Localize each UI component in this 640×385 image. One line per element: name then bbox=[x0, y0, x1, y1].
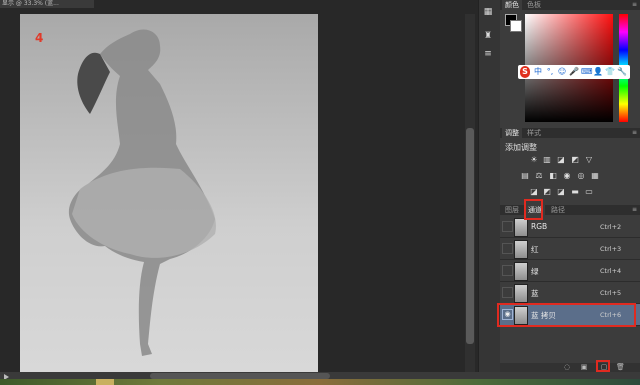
highlight-new-channel-button bbox=[596, 360, 610, 372]
panel-menu-icon[interactable]: ≡ bbox=[632, 1, 637, 8]
ime-tools-icon[interactable]: 🔧 bbox=[617, 66, 627, 78]
black-white-icon[interactable]: ◧ bbox=[548, 172, 558, 180]
gradient-map-icon[interactable]: ▬ bbox=[570, 188, 580, 196]
canvas-photo[interactable] bbox=[20, 14, 318, 372]
adjustments-title: 添加调整 bbox=[505, 143, 537, 152]
load-selection-icon[interactable]: ◌ bbox=[563, 364, 571, 371]
sogou-logo-icon[interactable]: S bbox=[520, 66, 530, 78]
channel-mixer-icon[interactable]: ◎ bbox=[576, 172, 586, 180]
clone-stamp-icon[interactable]: ♜ bbox=[482, 30, 494, 42]
tab-styles[interactable]: 样式 bbox=[524, 128, 544, 138]
channel-shortcut: Ctrl+4 bbox=[600, 267, 622, 275]
highlight-blue-copy-row bbox=[497, 303, 636, 327]
ime-chinese-mode[interactable]: 中 bbox=[533, 66, 543, 78]
ime-skin-icon[interactable]: 👕 bbox=[605, 66, 615, 78]
channel-name: RGB bbox=[531, 222, 548, 231]
channel-thumbnail bbox=[514, 284, 528, 303]
color-lookup-icon[interactable]: ▦ bbox=[590, 172, 600, 180]
channels-panel-tabs: 图层 通道 路径 ≡ bbox=[500, 205, 640, 215]
step-marker: 4 bbox=[35, 31, 44, 45]
channel-name: 蓝 bbox=[531, 289, 539, 298]
properties-icon[interactable]: ≡ bbox=[482, 48, 494, 60]
panel-menu-icon[interactable]: ≡ bbox=[632, 129, 637, 136]
channel-name: 红 bbox=[531, 245, 539, 254]
exposure-icon[interactable]: ◩ bbox=[570, 156, 580, 164]
tab-color[interactable]: 颜色 bbox=[502, 0, 522, 10]
ime-keyboard-icon[interactable]: ⌨ bbox=[581, 66, 593, 78]
tab-paths[interactable]: 路径 bbox=[548, 205, 568, 215]
visibility-toggle[interactable] bbox=[502, 243, 513, 254]
brightness-icon[interactable]: ☀ bbox=[529, 156, 539, 164]
invert-icon[interactable]: ◪ bbox=[529, 188, 539, 196]
ime-user-icon[interactable]: 👤 bbox=[593, 66, 603, 78]
hue-saturation-icon[interactable]: ▤ bbox=[520, 172, 530, 180]
color-panel-tabs: 颜色 色板 ≡ bbox=[500, 0, 640, 10]
curves-icon[interactable]: ◪ bbox=[556, 156, 566, 164]
ime-voice-icon[interactable]: 🎤 bbox=[569, 66, 579, 78]
channel-thumbnail bbox=[514, 262, 528, 281]
panel-menu-icon[interactable]: ≡ bbox=[632, 206, 637, 213]
vibrance-icon[interactable]: ▽ bbox=[584, 156, 594, 164]
threshold-icon[interactable]: ◪ bbox=[556, 188, 566, 196]
channel-thumbnail bbox=[514, 240, 528, 259]
visibility-toggle[interactable] bbox=[502, 287, 513, 298]
photo-filter-icon[interactable]: ◉ bbox=[562, 172, 572, 180]
save-selection-icon[interactable]: ▣ bbox=[580, 364, 588, 371]
vertical-scroll-thumb[interactable] bbox=[466, 128, 474, 344]
taskbar-app-icon[interactable] bbox=[96, 379, 114, 385]
tab-adjustments[interactable]: 调整 bbox=[502, 128, 522, 138]
ime-punctuation-icon[interactable]: °, bbox=[545, 66, 555, 78]
document-tab[interactable]: 显示 @ 33.3% (蓝... bbox=[0, 0, 94, 8]
visibility-toggle[interactable] bbox=[502, 221, 513, 232]
levels-icon[interactable]: ▥ bbox=[542, 156, 552, 164]
channel-name: 绿 bbox=[531, 267, 539, 276]
tab-layers[interactable]: 图层 bbox=[502, 205, 522, 215]
channel-shortcut: Ctrl+5 bbox=[600, 289, 622, 297]
highlight-channels-tab bbox=[524, 199, 543, 220]
channel-thumbnail bbox=[514, 218, 528, 237]
adjustments-panel-tabs: 调整 样式 ≡ bbox=[500, 128, 640, 138]
ime-emoji-icon[interactable]: ☺ bbox=[557, 66, 567, 78]
tab-swatches[interactable]: 色板 bbox=[524, 0, 544, 10]
color-balance-icon[interactable]: ⚖ bbox=[534, 172, 544, 180]
background-color-swatch[interactable] bbox=[510, 20, 522, 32]
history-brush-icon[interactable]: ▦ bbox=[482, 6, 494, 18]
posterize-icon[interactable]: ◩ bbox=[542, 188, 552, 196]
selective-color-icon[interactable]: ▭ bbox=[584, 188, 594, 196]
channel-shortcut: Ctrl+3 bbox=[600, 245, 622, 253]
visibility-toggle[interactable] bbox=[502, 265, 513, 276]
delete-channel-icon[interactable]: 🗑 bbox=[616, 364, 625, 371]
channel-shortcut: Ctrl+2 bbox=[600, 223, 622, 231]
